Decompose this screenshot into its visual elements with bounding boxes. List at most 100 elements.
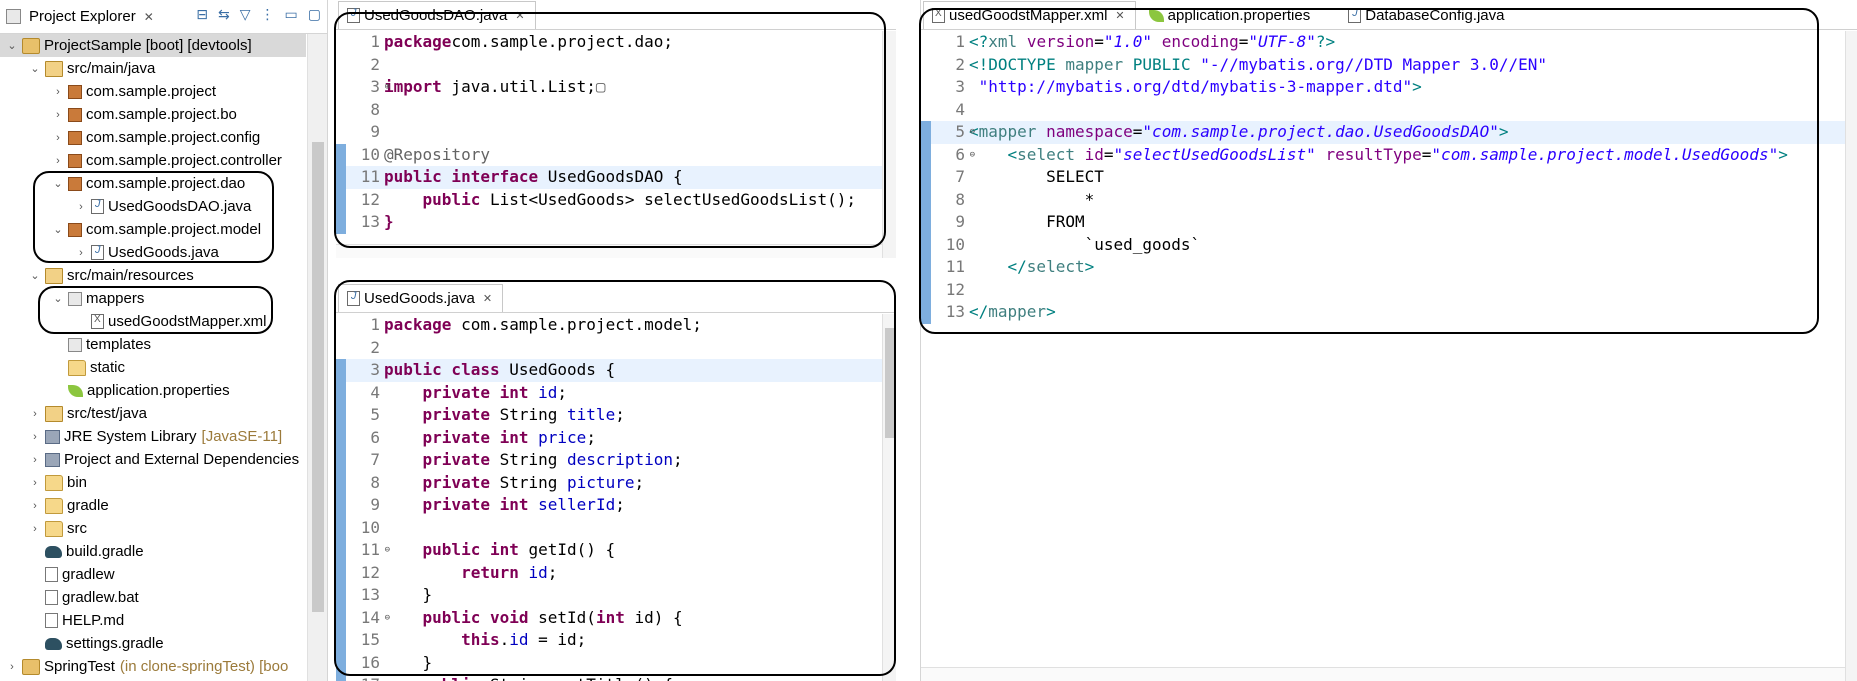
code-line[interactable]: 17 ⊖ public String getTitle() { bbox=[336, 674, 896, 681]
model-vertical-scrollbar[interactable] bbox=[882, 314, 896, 681]
code-line[interactable]: 4 private int id; bbox=[336, 381, 896, 404]
tab-application-properties[interactable]: application.properties bbox=[1140, 1, 1322, 29]
chevron-right-icon[interactable]: › bbox=[27, 477, 43, 489]
chevron-down-icon[interactable]: ⌄ bbox=[4, 39, 20, 52]
chevron-down-icon[interactable]: ⌄ bbox=[27, 269, 43, 282]
chevron-right-icon[interactable]: › bbox=[4, 661, 20, 673]
chevron-right-icon[interactable]: › bbox=[73, 201, 89, 213]
chevron-right-icon[interactable]: › bbox=[27, 500, 43, 512]
code-line[interactable]: 9 FROM bbox=[921, 211, 1857, 234]
code-line[interactable]: 6 private int price; bbox=[336, 426, 896, 449]
chevron-right-icon[interactable]: › bbox=[50, 155, 66, 167]
tree-item[interactable]: › bin bbox=[0, 471, 306, 494]
tree-item[interactable]: › UsedGoodsDAO.java bbox=[0, 195, 306, 218]
tab-usedgoods[interactable]: UsedGoods.java ✕ bbox=[338, 284, 504, 312]
chevron-right-icon[interactable]: › bbox=[73, 247, 89, 259]
code-line[interactable]: 4 bbox=[921, 99, 1857, 122]
tree-item[interactable]: › SpringTest (in clone-springTest) [boo bbox=[0, 655, 306, 678]
tree-item[interactable]: HELP.md bbox=[0, 609, 306, 632]
code-line[interactable]: 10 `used_goods` bbox=[921, 233, 1857, 256]
chevron-down-icon[interactable]: ⌄ bbox=[50, 177, 66, 190]
chevron-down-icon[interactable]: ⌄ bbox=[27, 62, 43, 75]
code-line[interactable]: 10 @Repository bbox=[336, 143, 896, 166]
code-line[interactable]: 2 <!DOCTYPE mapper PUBLIC "-//mybatis.org… bbox=[921, 54, 1857, 77]
code-line[interactable]: 9 bbox=[336, 121, 896, 144]
code-line[interactable]: 13 </mapper> bbox=[921, 301, 1857, 324]
code-line[interactable]: 8 private String picture; bbox=[336, 471, 896, 494]
code-line[interactable]: 1 <?xml version="1.0" encoding="UTF-8"?> bbox=[921, 31, 1857, 54]
close-icon[interactable]: ✕ bbox=[515, 9, 524, 22]
tree-item[interactable]: › com.sample.project.config bbox=[0, 126, 306, 149]
tree-item[interactable]: › com.sample.project bbox=[0, 80, 306, 103]
code-line[interactable]: 7 private String description; bbox=[336, 449, 896, 472]
code-line[interactable]: 11 ⊖ public int getId() { bbox=[336, 539, 896, 562]
chevron-right-icon[interactable]: › bbox=[50, 109, 66, 121]
tree-item[interactable]: ⌄ ProjectSample [boot] [devtools] bbox=[0, 34, 306, 57]
code-line[interactable]: 3 ⊕ import java.util.List;▢ bbox=[336, 76, 896, 99]
chevron-right-icon[interactable]: › bbox=[27, 431, 43, 443]
code-line[interactable]: 11 public interface UsedGoodsDAO { bbox=[336, 166, 896, 189]
tree-item[interactable]: › Project and External Dependencies bbox=[0, 448, 306, 471]
code-line[interactable]: 3 public class UsedGoods { bbox=[336, 359, 896, 382]
dao-code-area[interactable]: 1 packagecom.sample.project.dao; 2 3 ⊕ import… bbox=[336, 31, 896, 258]
code-line[interactable]: 3 "http://mybatis.org/dtd/mybatis-3-mapp… bbox=[921, 76, 1857, 99]
chevron-right-icon[interactable]: › bbox=[27, 523, 43, 535]
code-line[interactable]: 2 bbox=[336, 337, 896, 360]
mapper-vertical-scrollbar[interactable] bbox=[1845, 31, 1857, 681]
mapper-horizontal-scrollbar[interactable] bbox=[921, 667, 1845, 681]
code-line[interactable]: 6 ⊖ <select id="selectUsedGoodsList" resu… bbox=[921, 143, 1857, 167]
collapse-fold-icon[interactable]: ⊖ bbox=[970, 144, 975, 167]
tab-databaseconfig-java[interactable]: DatabaseConfig.java bbox=[1339, 1, 1515, 29]
chevron-right-icon[interactable]: › bbox=[50, 86, 66, 98]
code-line[interactable]: 2 bbox=[336, 54, 896, 77]
collapse-fold-icon[interactable]: ⊖ bbox=[385, 674, 390, 681]
code-line[interactable]: 1 packagecom.sample.project.dao; bbox=[336, 31, 896, 54]
collapse-all-icon[interactable]: ⊟ bbox=[196, 6, 208, 23]
close-icon[interactable]: ✕ bbox=[483, 292, 492, 305]
tab-usedgoodstmapper-xml[interactable]: usedGoodstMapper.xml ✕ bbox=[923, 1, 1136, 29]
tree-item[interactable]: › src/test/java bbox=[0, 402, 306, 425]
collapse-fold-icon[interactable]: ⊖ bbox=[385, 607, 390, 630]
tree-item[interactable]: static bbox=[0, 356, 306, 379]
code-line[interactable]: 5 private String title; bbox=[336, 404, 896, 427]
explorer-scrollbar-thumb[interactable] bbox=[312, 142, 324, 612]
code-line[interactable]: 12 bbox=[921, 278, 1857, 301]
project-explorer-title[interactable]: Project Explorer bbox=[29, 8, 136, 25]
model-scrollbar-thumb[interactable] bbox=[885, 328, 895, 438]
code-line[interactable]: 9 private int sellerId; bbox=[336, 494, 896, 517]
tree-item[interactable]: ⌄ mappers bbox=[0, 287, 306, 310]
link-with-editor-icon[interactable]: ⇆ bbox=[218, 6, 230, 23]
tree-item[interactable]: usedGoodstMapper.xml bbox=[0, 310, 306, 333]
chevron-right-icon[interactable]: › bbox=[27, 454, 43, 466]
view-menu-icon[interactable]: ⋮ bbox=[261, 6, 275, 23]
code-line[interactable]: 13} bbox=[336, 211, 896, 234]
tree-item[interactable]: ⌄ com.sample.project.model bbox=[0, 218, 306, 241]
tree-item[interactable]: › src bbox=[0, 517, 306, 540]
collapse-fold-icon[interactable]: ⊖ bbox=[385, 539, 390, 562]
tree-item[interactable]: ⌄ com.sample.project.dao bbox=[0, 172, 306, 195]
code-line[interactable]: 5 ⊖ <mapper namespace="com.sample.project.… bbox=[921, 121, 1857, 144]
dao-vertical-scrollbar[interactable] bbox=[882, 31, 896, 258]
chevron-down-icon[interactable]: ⌄ bbox=[50, 223, 66, 236]
close-icon[interactable]: ✕ bbox=[1115, 9, 1124, 22]
code-line[interactable]: 1 package com.sample.project.model; bbox=[336, 314, 896, 337]
code-line[interactable]: 12 return id; bbox=[336, 561, 896, 584]
code-line[interactable]: 16 } bbox=[336, 651, 896, 674]
code-line[interactable]: 14 ⊖ public void setId(int id) { bbox=[336, 606, 896, 630]
chevron-right-icon[interactable]: › bbox=[27, 408, 43, 420]
filter-icon[interactable]: ▽ bbox=[240, 6, 251, 23]
tree-item[interactable]: gradlew.bat bbox=[0, 586, 306, 609]
code-line[interactable]: 11 </select> bbox=[921, 256, 1857, 279]
tree-item[interactable]: application.properties bbox=[0, 379, 306, 402]
code-line[interactable]: 10 bbox=[336, 516, 896, 539]
tree-item[interactable]: › gradle bbox=[0, 494, 306, 517]
tree-item[interactable]: gradlew bbox=[0, 563, 306, 586]
tree-item[interactable]: › JRE System Library [JavaSE-11] bbox=[0, 425, 306, 448]
tab-usedgoodsdao[interactable]: UsedGoodsDAO.java ✕ bbox=[338, 1, 536, 29]
tree-item[interactable]: › com.sample.project.controller bbox=[0, 149, 306, 172]
maximize-icon[interactable]: ▢ bbox=[308, 6, 321, 23]
chevron-right-icon[interactable]: › bbox=[50, 132, 66, 144]
collapse-fold-icon[interactable]: ⊖ bbox=[970, 121, 975, 144]
expand-fold-icon[interactable]: ⊕ bbox=[385, 76, 390, 99]
tree-item[interactable]: build.gradle bbox=[0, 540, 306, 563]
